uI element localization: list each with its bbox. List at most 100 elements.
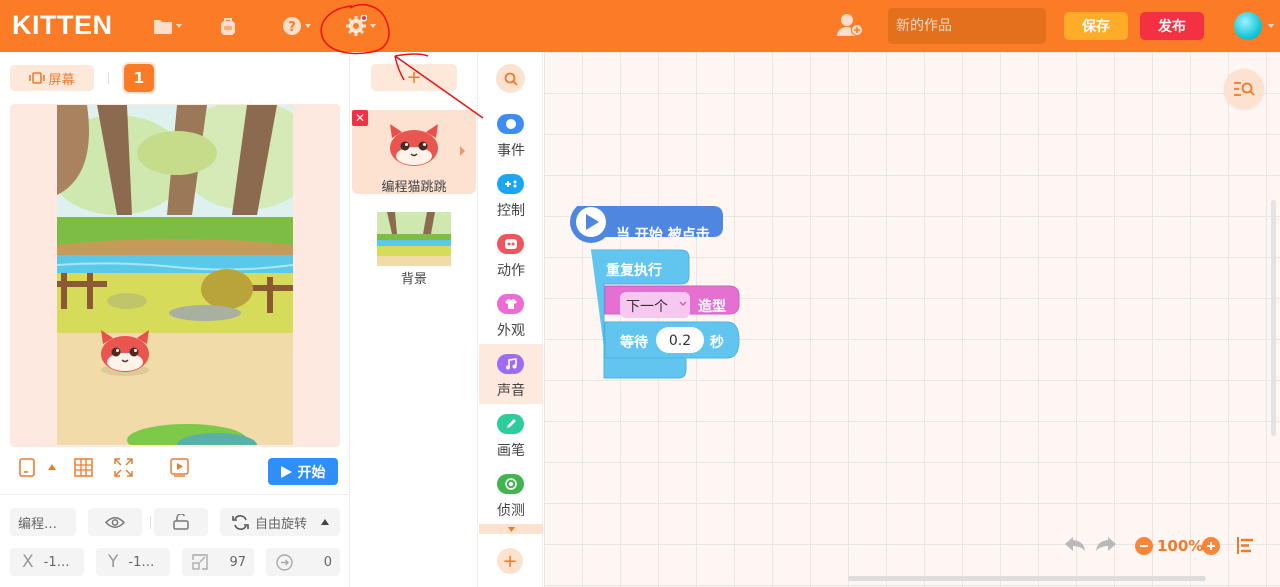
category-motion[interactable]: 动作	[479, 224, 543, 284]
backpack-button[interactable]	[218, 14, 238, 38]
direction-field[interactable]: 0	[266, 548, 340, 576]
caret-down-icon	[507, 526, 515, 532]
backpack-icon	[221, 18, 235, 35]
workspace-search-button[interactable]	[1224, 69, 1264, 109]
pen-icon	[497, 414, 524, 434]
chevron-down-icon[interactable]	[1268, 24, 1274, 28]
lock-toggle[interactable]	[154, 508, 208, 536]
category-label: 声音	[497, 383, 525, 399]
screen-button[interactable]: 屏幕	[10, 65, 94, 91]
video-icon	[169, 457, 189, 477]
stage-area	[10, 104, 340, 447]
zoom-level: 100%	[1157, 537, 1204, 555]
category-label: 外观	[497, 323, 525, 339]
category-sound[interactable]: 声音	[479, 344, 543, 404]
sprite-name-value: 编程…	[18, 516, 58, 532]
x-label: X	[22, 552, 34, 572]
recording-button[interactable]	[169, 457, 189, 477]
x-position-field[interactable]: X -1…	[10, 548, 84, 576]
svg-text:?: ?	[288, 20, 296, 35]
category-looks[interactable]: 外观	[479, 284, 543, 344]
shirt-icon	[497, 294, 524, 314]
screen-icon	[29, 72, 46, 84]
chevron-right-icon[interactable]	[460, 146, 465, 156]
motion-icon	[497, 234, 524, 254]
project-title-input[interactable]	[888, 8, 1046, 44]
publish-button[interactable]: 发布	[1140, 12, 1204, 40]
y-label: Y	[108, 552, 119, 572]
code-workspace[interactable]: 当 开始 被点击 重复执行 下一个 造型 等待 0.2 秒 100%	[544, 52, 1280, 587]
chevron-down-icon	[305, 24, 311, 28]
rotation-mode-value: 自由旋转	[255, 516, 308, 532]
category-events[interactable]: 事件	[479, 104, 543, 164]
phone-frame-icon	[19, 457, 35, 477]
wait-label[interactable]: 等待	[620, 332, 648, 352]
costume-dropdown[interactable]: 下一个	[626, 296, 668, 316]
grid-icon	[73, 457, 93, 477]
stage-canvas[interactable]	[57, 105, 293, 445]
settings-menu-button[interactable]	[345, 14, 376, 38]
zoom-out-button[interactable]	[1135, 537, 1153, 555]
help-menu-button[interactable]: ?	[282, 14, 311, 38]
background-item[interactable]: 背景	[371, 208, 457, 290]
close-icon[interactable]: ✕	[352, 110, 368, 126]
fullscreen-button[interactable]	[113, 457, 133, 477]
chevron-down-icon	[176, 24, 182, 28]
target-icon	[497, 474, 524, 494]
collaborate-button[interactable]	[836, 13, 864, 37]
gamepad-icon	[497, 174, 524, 194]
zoom-in-button[interactable]	[1202, 537, 1220, 555]
grid-toggle-button[interactable]	[73, 457, 93, 477]
avatar[interactable]	[1234, 12, 1262, 40]
settings-icon	[346, 15, 367, 36]
stage-panel: 屏幕 1 开始 编程… 自由旋转 X -1… Y -1… 97 0	[0, 52, 350, 587]
undo-icon	[1065, 537, 1085, 551]
chevron-down-icon	[370, 24, 376, 28]
align-left-icon	[1237, 537, 1253, 554]
background-name-label: 背景	[400, 272, 427, 287]
category-control[interactable]: 控制	[479, 164, 543, 224]
horizontal-scrollbar[interactable]	[848, 576, 1206, 581]
wait-unit-label: 秒	[710, 335, 724, 351]
sprite-name-field[interactable]: 编程…	[10, 508, 76, 536]
unlock-icon	[173, 514, 189, 530]
vertical-scrollbar[interactable]	[1271, 200, 1276, 436]
category-pen[interactable]: 画笔	[479, 404, 543, 464]
y-value: -1…	[128, 554, 155, 570]
caret-up-icon	[48, 464, 56, 470]
align-blocks-button[interactable]	[1237, 537, 1254, 554]
category-sensing[interactable]: 侦测	[479, 464, 543, 524]
sprite-item[interactable]: ✕ 编程猫跳跳	[352, 110, 476, 195]
y-position-field[interactable]: Y -1…	[96, 548, 170, 576]
rotate-icon	[232, 514, 249, 530]
add-sprite-button[interactable]: +	[371, 64, 457, 91]
when-start-clicked-label[interactable]: 当 开始 被点击	[616, 224, 710, 244]
rotation-mode-select[interactable]: 自由旋转	[220, 508, 340, 536]
category-label: 侦测	[497, 503, 525, 519]
save-button[interactable]: 保存	[1064, 12, 1128, 40]
repeat-forever-label[interactable]: 重复执行	[606, 260, 662, 280]
visibility-toggle[interactable]	[88, 508, 142, 536]
divider	[150, 516, 151, 529]
size-field[interactable]: 97	[182, 548, 254, 576]
screen-label: 屏幕	[48, 72, 75, 88]
caret-up-icon	[321, 519, 330, 525]
undo-button[interactable]	[1064, 536, 1086, 552]
stage-orientation-button[interactable]	[18, 457, 36, 477]
music-icon	[497, 354, 524, 374]
direction-value: 0	[323, 554, 332, 570]
block-search-button[interactable]	[496, 64, 525, 93]
sprite-list-panel: + ✕ 编程猫跳跳 背景	[351, 52, 478, 587]
size-value: 97	[229, 554, 246, 570]
scroll-more-button[interactable]	[479, 524, 543, 534]
resize-icon	[192, 554, 208, 570]
add-user-icon	[837, 14, 863, 36]
file-menu-button[interactable]	[153, 14, 182, 38]
add-extension-button[interactable]: +	[497, 548, 523, 574]
stage-size-toggle[interactable]	[46, 457, 58, 477]
wait-value-input[interactable]: 0.2	[656, 333, 704, 349]
screen-tab-1[interactable]: 1	[124, 64, 154, 92]
redo-button[interactable]	[1095, 536, 1117, 552]
start-button[interactable]: 开始	[268, 458, 338, 485]
play-icon	[280, 465, 292, 478]
